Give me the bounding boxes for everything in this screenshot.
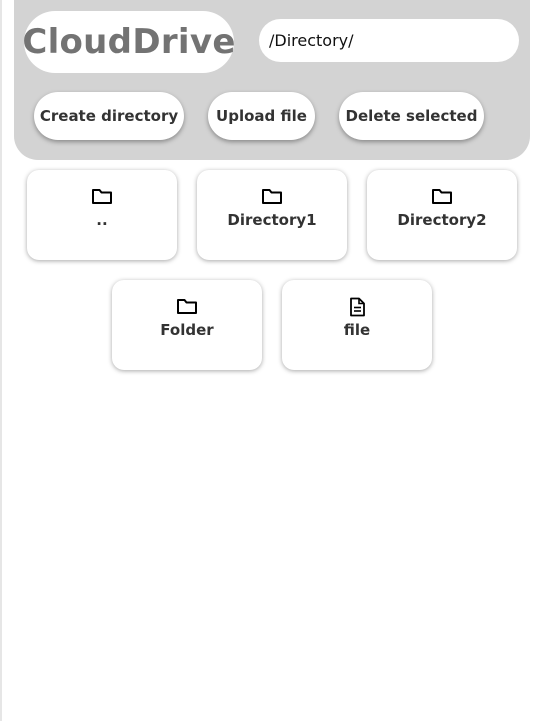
item-tile-folder[interactable]: Folder <box>112 280 262 370</box>
upload-file-button[interactable]: Upload file <box>208 92 315 140</box>
path-input[interactable] <box>259 19 519 62</box>
item-tile-directory2[interactable]: Directory2 <box>367 170 517 260</box>
app-logo: CloudDrive <box>22 11 235 73</box>
file-icon <box>282 297 432 317</box>
folder-icon <box>197 187 347 207</box>
item-label: .. <box>96 211 108 229</box>
item-label: Folder <box>160 321 214 339</box>
item-label: file <box>343 321 371 339</box>
item-tile-parent[interactable]: .. <box>27 170 177 260</box>
folder-icon <box>112 297 262 317</box>
item-label: Directory2 <box>397 211 487 229</box>
app-header: CloudDrive Create directory Upload file … <box>14 0 530 160</box>
delete-selected-button[interactable]: Delete selected <box>339 92 484 140</box>
item-tile-file[interactable]: file <box>282 280 432 370</box>
folder-icon <box>27 187 177 207</box>
folder-icon <box>367 187 517 207</box>
item-label: Directory1 <box>227 211 317 229</box>
create-directory-button[interactable]: Create directory <box>34 92 184 140</box>
page-left-border <box>0 0 2 721</box>
item-tile-directory1[interactable]: Directory1 <box>197 170 347 260</box>
